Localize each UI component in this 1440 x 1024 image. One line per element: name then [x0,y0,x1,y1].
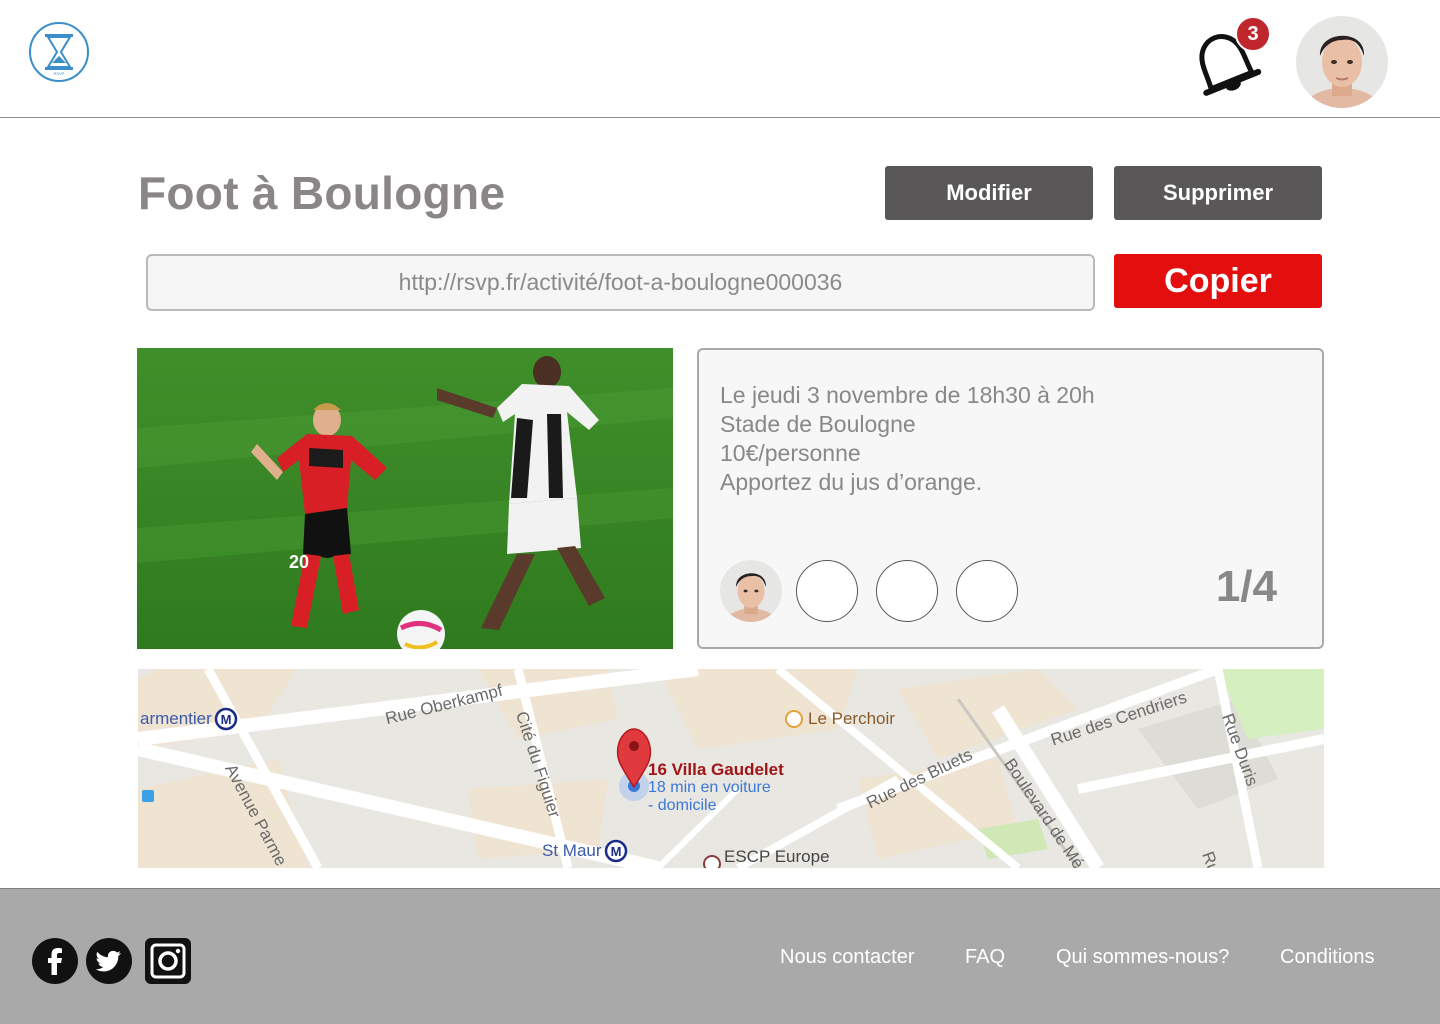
facebook-icon[interactable] [31,937,79,985]
instagram-icon[interactable] [144,937,192,985]
participant-count: 1/4 [1215,562,1277,611]
map-label-stmaur: St Maur [542,841,602,860]
map-pin-travel-time: 18 min en voiture [648,779,771,796]
details-price: 10€/personne [720,440,861,466]
page-title: Foot à Boulogne [138,167,506,219]
map-pin-title: 16 Villa Gaudelet [648,760,784,779]
user-avatar[interactable] [1296,16,1388,108]
share-url-field[interactable] [146,254,1095,311]
activity-photo: 20 [137,348,673,649]
footer-link-about[interactable]: Qui sommes-nous? [1056,946,1229,969]
svg-text:M: M [611,844,622,859]
footer-link-contact[interactable]: Nous contacter [780,946,915,969]
logo-text: RSVP [54,71,65,76]
svg-text:M: M [221,712,232,727]
hourglass-logo[interactable]: RSVP [28,21,90,83]
footer-link-faq[interactable]: FAQ [965,946,1005,969]
participant-slot-empty[interactable] [876,560,938,622]
map-pin-origin: - domicile [648,797,717,814]
participant-avatar-filled[interactable] [720,560,782,622]
activity-details-text: Le jeudi 3 novembre de 18h30 à 20h Stade… [720,381,1095,497]
twitter-icon[interactable] [85,937,133,985]
notification-badge: 3 [1235,16,1271,52]
map-label-escp: ESCP Europe [724,847,830,866]
copy-button[interactable]: Copier [1114,254,1322,308]
participant-slot-empty[interactable] [956,560,1018,622]
map-label-parmentier: armentier [140,709,212,728]
delete-button[interactable]: Supprimer [1114,166,1322,220]
details-date: Le jeudi 3 novembre de 18h30 à 20h [720,382,1095,408]
svg-text:20: 20 [289,552,309,572]
top-header: RSVP 3 [0,0,1440,118]
page-root: RSVP 3 Foot à Boulogne Modifier Supprime… [0,0,1440,1024]
map-label-perchoir: Le Perchoir [808,709,895,728]
footer-link-conditions[interactable]: Conditions [1280,946,1375,969]
details-location: Stade de Boulogne [720,411,916,437]
details-note: Apportez du jus d’orange. [720,469,983,495]
activity-details-card: Le jeudi 3 novembre de 18h30 à 20h Stade… [697,348,1324,649]
participant-slot-empty[interactable] [796,560,858,622]
location-map[interactable]: M M armentier Rue Oberkampf Cité du Figu… [138,669,1324,868]
modify-button[interactable]: Modifier [885,166,1093,220]
